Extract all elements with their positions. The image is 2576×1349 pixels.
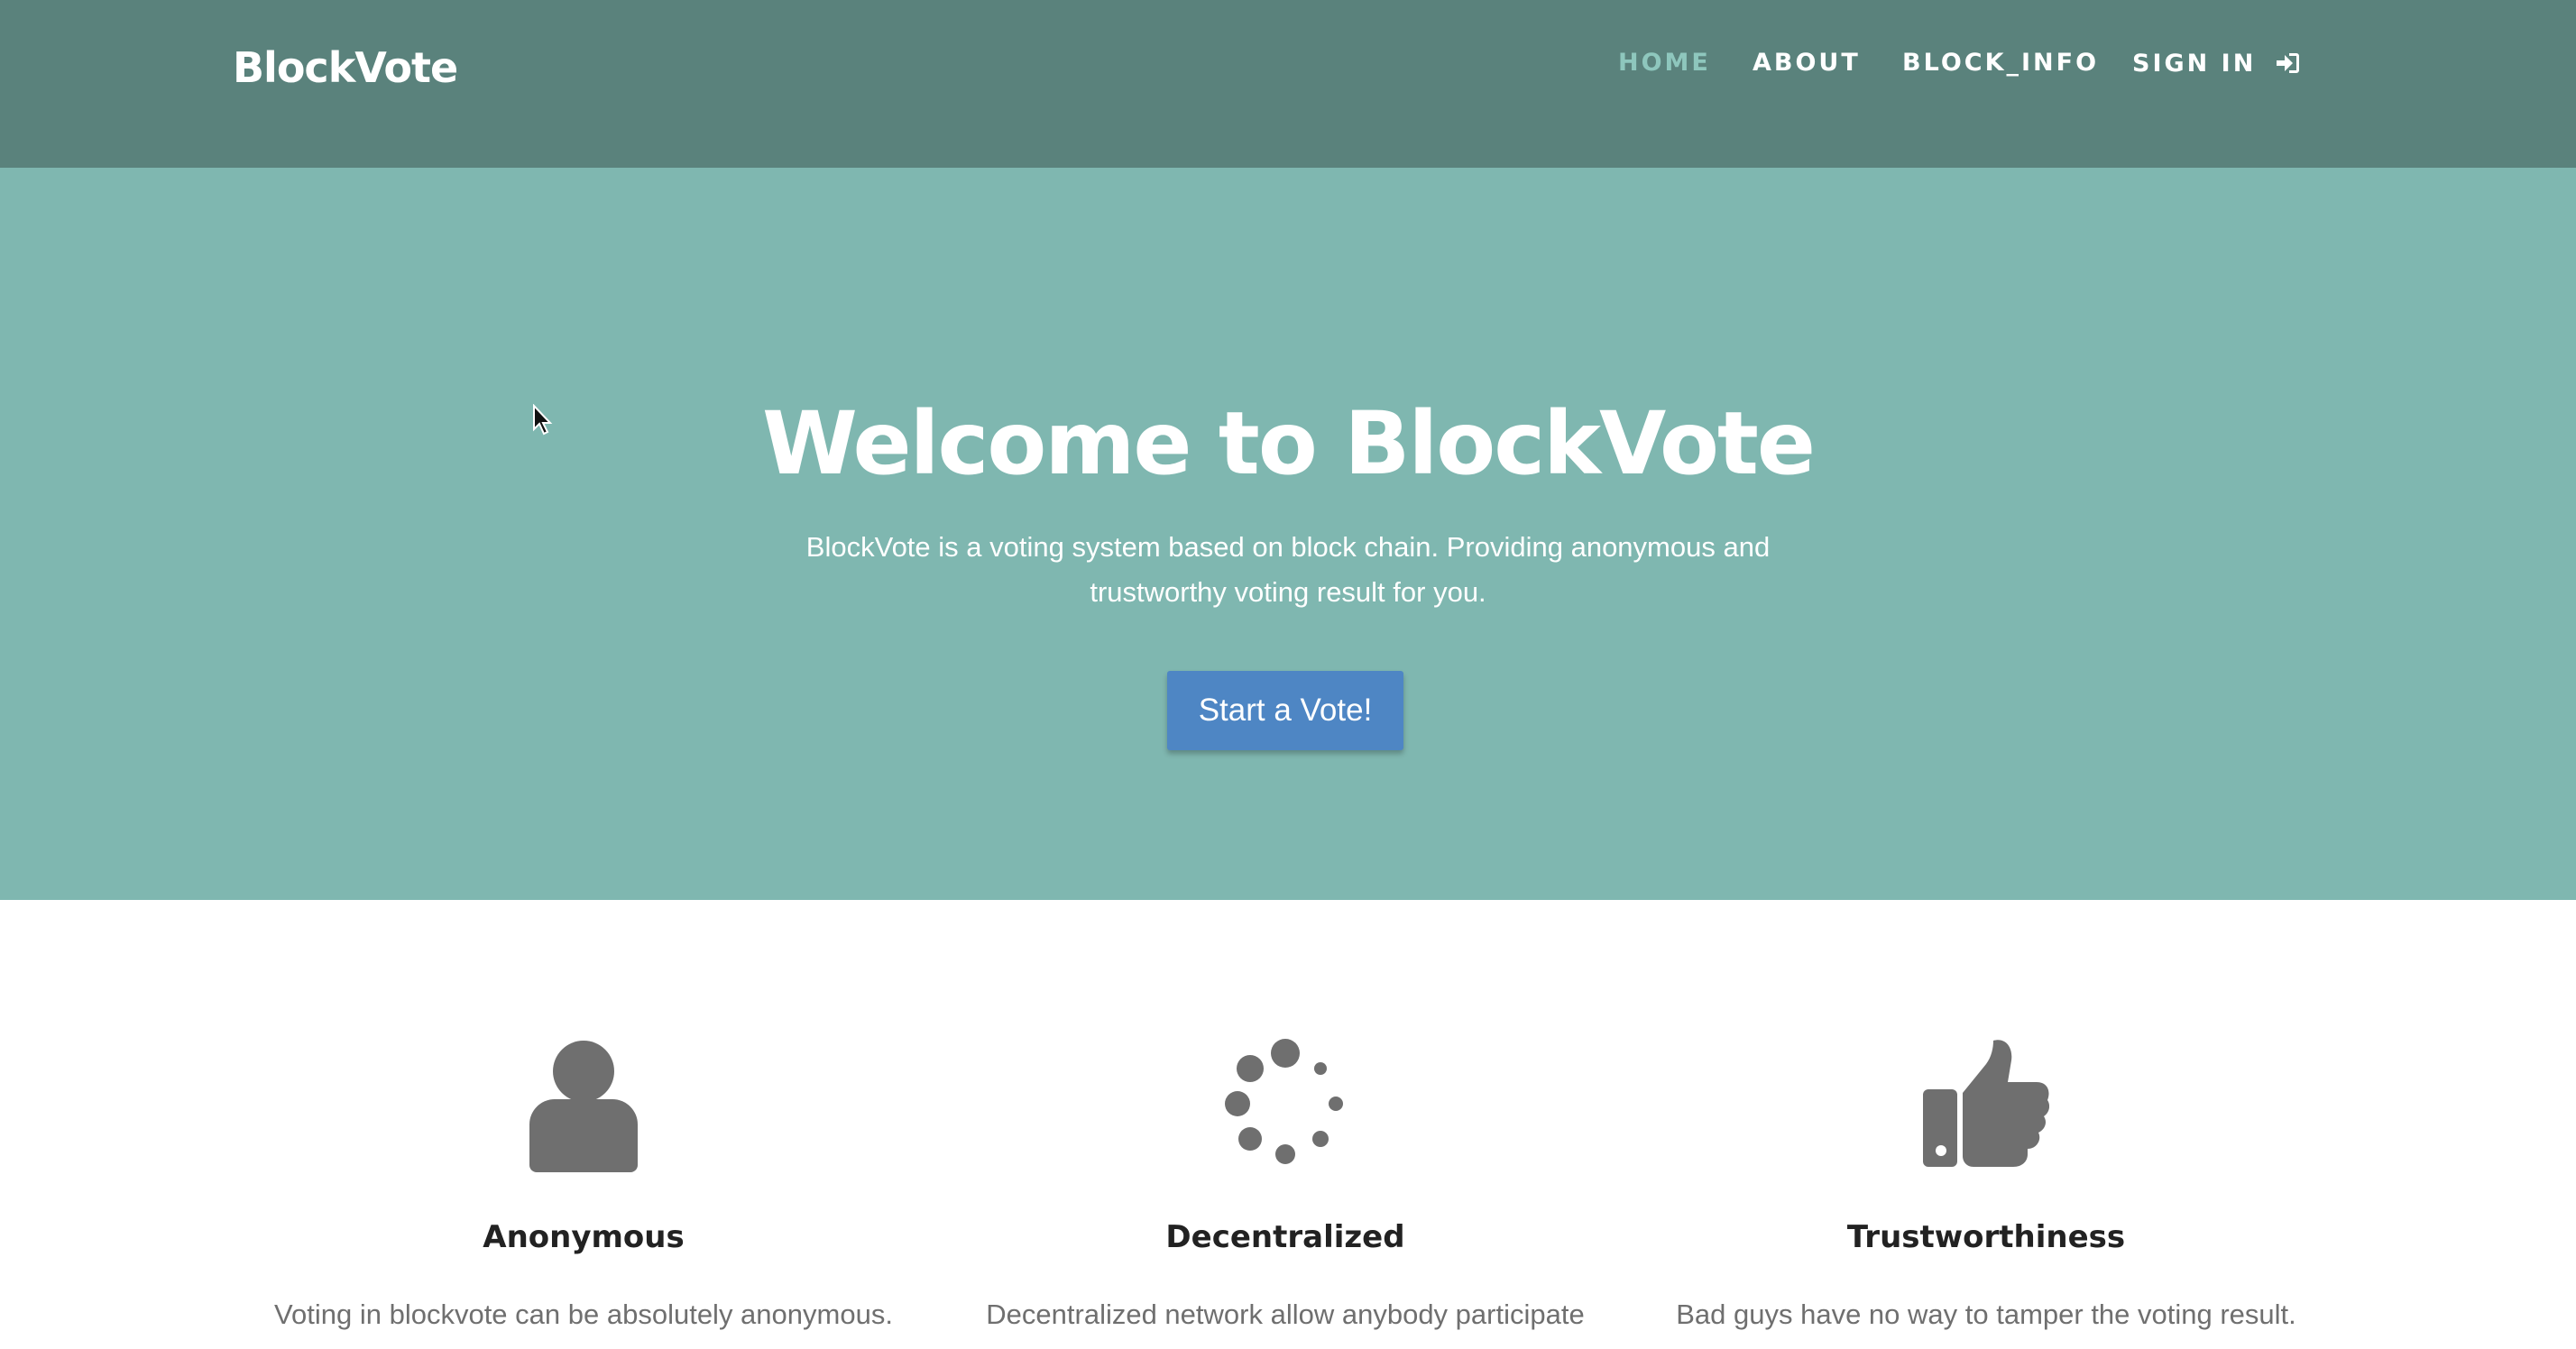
start-vote-button[interactable]: Start a Vote! bbox=[1167, 671, 1403, 750]
feature-title: Anonymous bbox=[483, 1219, 685, 1255]
nav-about-link[interactable]: ABOUT bbox=[1753, 49, 1861, 77]
user-icon bbox=[520, 1037, 647, 1172]
feature-title: Trustworthiness bbox=[1846, 1219, 2126, 1255]
feature-description: Decentralized network allow anybody part… bbox=[986, 1299, 1585, 1330]
nav-block-info-link[interactable]: BLOCK_INFO bbox=[1902, 49, 2099, 77]
mouse-pointer-icon bbox=[532, 403, 554, 436]
hero-title: Welcome to BlockVote bbox=[762, 393, 1816, 494]
nav-sign-in-link[interactable]: SIGN IN bbox=[2132, 49, 2303, 78]
top-navbar: BlockVote HOME ABOUT BLOCK_INFO SIGN IN bbox=[0, 0, 2576, 168]
feature-description: Bad guys have no way to tamper the votin… bbox=[1676, 1299, 2296, 1330]
nav-home-link[interactable]: HOME bbox=[1618, 49, 1711, 77]
feature-title: Decentralized bbox=[1165, 1219, 1405, 1255]
feature-description: Voting in blockvote can be absolutely an… bbox=[274, 1299, 893, 1330]
hero-section: Welcome to BlockVote BlockVote is a voti… bbox=[0, 168, 2576, 900]
sign-in-label: SIGN IN bbox=[2132, 49, 2257, 78]
thumbs-up-icon bbox=[1923, 1037, 2050, 1172]
brand-logo[interactable]: BlockVote bbox=[233, 43, 458, 92]
spinner-icon bbox=[1222, 1037, 1348, 1172]
hero-subtitle: BlockVote is a voting system based on bl… bbox=[805, 531, 1771, 608]
sign-in-icon bbox=[2274, 49, 2303, 78]
